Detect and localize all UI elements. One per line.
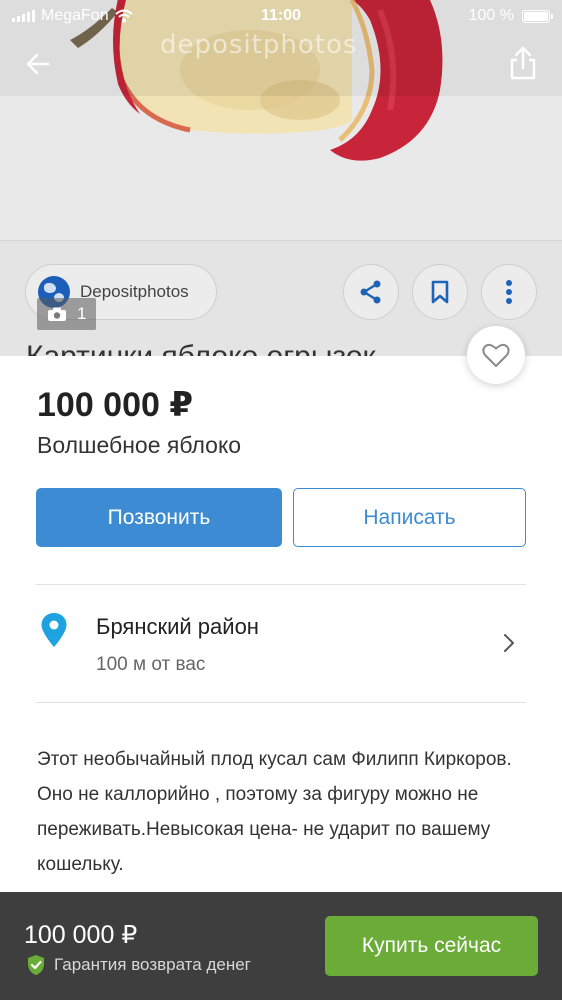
status-bar: MegaFon 11:00 100 % [0,0,562,32]
back-arrow-icon[interactable] [20,46,56,82]
photo-counter: 1 [37,298,96,330]
location-pin-icon [41,613,67,647]
carrier-name: MegaFon [41,7,109,24]
photo-gallery[interactable]: depositphotos MegaFon 11:00 100 % Deposi… [0,0,562,356]
camera-icon [48,307,66,321]
call-button[interactable]: Позвонить [36,488,282,547]
write-button[interactable]: Написать [293,488,526,547]
listing-description: Этот необычайный плод кусал сам Филипп К… [37,749,512,875]
shield-check-icon [28,955,44,975]
guarantee-text: Гарантия возврата денег [54,955,251,974]
listing-title: Волшебное яблоко [37,432,242,458]
location-name: Брянский район [96,614,259,639]
divider [36,584,526,585]
wifi-icon [114,9,133,23]
source-name: Depositphotos [80,282,189,301]
guarantee-note: Гарантия возврата денег [26,954,251,976]
heart-icon [482,343,510,367]
location-row[interactable]: Брянский район 100 м от вас [36,586,526,702]
battery-icon [522,9,553,23]
photo-caption: Картинки яблоко огрызок [26,340,376,356]
bookmark-button[interactable] [412,264,468,320]
bookmark-icon [431,280,449,304]
battery-percent: 100 % [468,7,514,24]
watermark: depositphotos [160,30,358,60]
listing-price: 100 000 ₽ [37,386,194,424]
signal-icon [12,10,35,22]
bottom-price: 100 000 ₽ [24,921,138,949]
bottom-bar: 100 000 ₽ Гарантия возврата денег Купить… [0,892,562,1000]
location-distance: 100 м от вас [96,654,206,675]
more-button[interactable] [481,264,537,320]
share-nodes-icon [360,280,381,304]
photo-count-value: 1 [77,304,87,323]
buy-now-button[interactable]: Купить сейчас [325,916,538,976]
share-nodes-button[interactable] [343,264,399,320]
divider [36,702,526,703]
share-icon[interactable] [505,44,541,82]
more-vertical-icon [506,280,512,304]
chevron-right-icon [504,634,514,652]
favorite-button[interactable] [467,326,525,384]
